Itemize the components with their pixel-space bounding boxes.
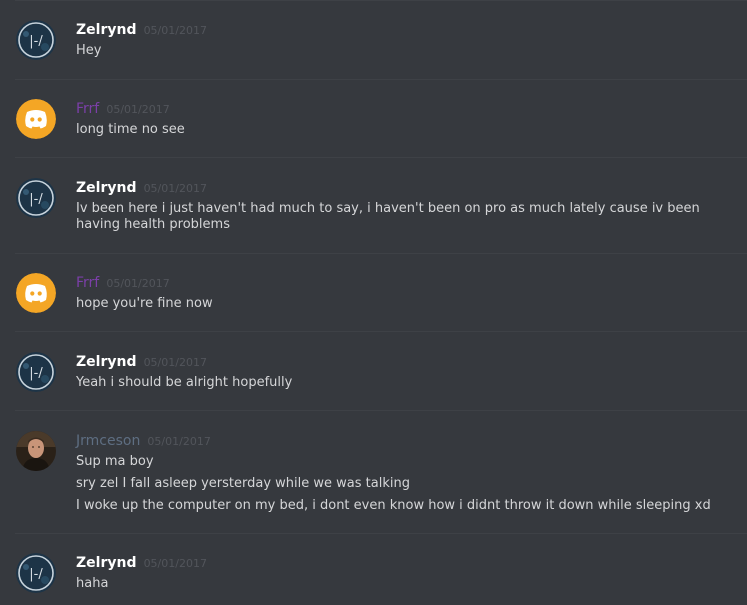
svg-text:|-/: |-/ <box>29 34 43 49</box>
username[interactable]: Frrf <box>76 275 99 291</box>
zelrynd-avatar-icon[interactable]: |-/ <box>16 20 56 60</box>
message-text: sry zel I fall asleep yersterday while w… <box>76 476 410 491</box>
message-text: Yeah i should be alright hopefully <box>76 375 293 390</box>
timestamp: 05/01/2017 <box>143 182 207 195</box>
message-text: Sup ma boy <box>76 454 154 469</box>
divider <box>15 331 747 332</box>
message-text: Hey <box>76 43 102 58</box>
username[interactable]: Zelrynd <box>76 180 136 196</box>
username[interactable]: Zelrynd <box>76 22 136 38</box>
divider <box>15 79 747 80</box>
message-text: hope you're fine now <box>76 296 213 311</box>
username[interactable]: Zelrynd <box>76 555 136 571</box>
timestamp: 05/01/2017 <box>147 435 211 448</box>
username[interactable]: Jrmceson <box>76 433 140 449</box>
zelrynd-avatar-icon[interactable]: |-/ <box>16 178 56 218</box>
zelrynd-avatar-icon[interactable]: |-/ <box>16 553 56 593</box>
svg-text:|-/: |-/ <box>29 366 43 381</box>
discord-default-avatar-icon[interactable] <box>16 273 56 313</box>
divider <box>15 157 747 158</box>
timestamp: 05/01/2017 <box>143 24 207 37</box>
user-photo-avatar[interactable] <box>16 431 56 471</box>
divider <box>15 0 747 1</box>
message-text: haha <box>76 576 109 591</box>
divider <box>15 533 747 534</box>
message-text: I woke up the computer on my bed, i dont… <box>76 498 711 513</box>
timestamp: 05/01/2017 <box>106 277 170 290</box>
divider <box>15 410 747 411</box>
username[interactable]: Zelrynd <box>76 354 136 370</box>
username[interactable]: Frrf <box>76 101 99 117</box>
svg-text:|-/: |-/ <box>29 192 43 207</box>
zelrynd-avatar-icon[interactable]: |-/ <box>16 352 56 392</box>
timestamp: 05/01/2017 <box>106 103 170 116</box>
svg-text:|-/: |-/ <box>29 567 43 582</box>
message-text: long time no see <box>76 122 185 137</box>
timestamp: 05/01/2017 <box>143 557 207 570</box>
message-text: Iv been here i just haven't had much to … <box>76 201 700 232</box>
discord-default-avatar-icon[interactable] <box>16 99 56 139</box>
timestamp: 05/01/2017 <box>143 356 207 369</box>
divider <box>15 253 747 254</box>
chat-messages: |-/ Zelrynd 05/01/2017 Hey Frrf 05/01/20… <box>0 0 747 605</box>
